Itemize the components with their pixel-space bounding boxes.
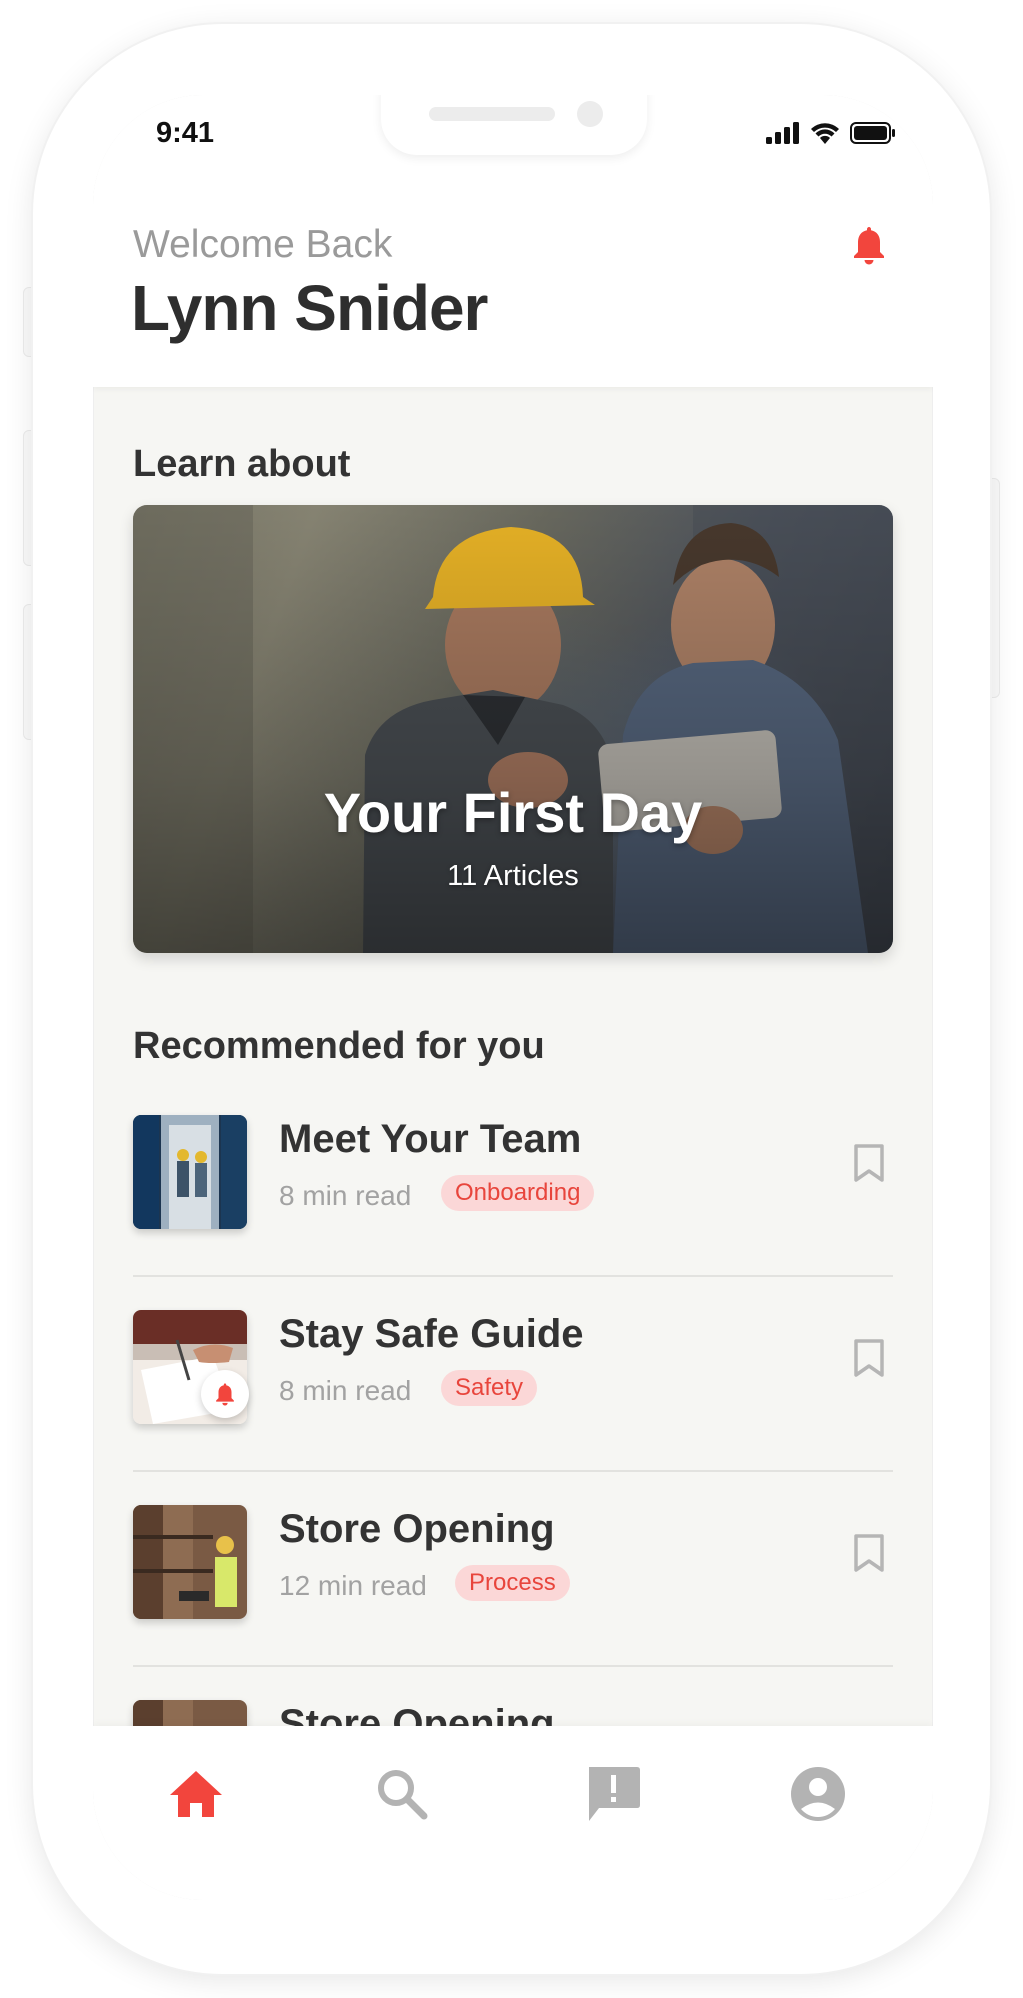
article-tag: Process — [455, 1565, 570, 1601]
article-read-time: 8 min read — [279, 1375, 412, 1406]
bookmark-icon[interactable] — [853, 1338, 885, 1378]
wifi-icon — [811, 123, 839, 144]
feedback-icon — [589, 1767, 640, 1821]
list-item[interactable]: Store Opening 12 min read Process — [133, 1495, 893, 1690]
workers-photo-icon — [133, 1115, 247, 1229]
alert-badge — [201, 1370, 249, 1418]
article-thumbnail — [133, 1115, 247, 1229]
battery-icon — [850, 122, 895, 144]
list-item[interactable]: Meet Your Team 8 min read Onboarding — [133, 1105, 893, 1300]
divider — [133, 1665, 893, 1667]
article-read-time: 12 min read — [279, 1570, 427, 1601]
article-title: Stay Safe Guide — [279, 1312, 584, 1356]
article-tag: Onboarding — [441, 1175, 595, 1211]
notification-bell-icon[interactable] — [849, 223, 889, 267]
article-tag: Safety — [441, 1370, 538, 1406]
bookmark-icon[interactable] — [853, 1143, 885, 1183]
status-time: 9:41 — [156, 117, 215, 149]
article-thumbnail — [133, 1505, 247, 1619]
tab-account[interactable] — [778, 1754, 858, 1834]
camera — [577, 101, 603, 127]
bell-badge-icon — [216, 1383, 234, 1406]
tab-search[interactable] — [362, 1754, 442, 1834]
learn-card[interactable]: Your First Day 11 Articles — [133, 505, 893, 953]
divider — [133, 1275, 893, 1277]
account-icon — [791, 1767, 845, 1821]
header: 9:41 Welcome Back Lynn Snider — [93, 95, 933, 387]
learn-card-title: Your First Day — [323, 781, 703, 844]
learn-card-subtitle: 11 Articles — [447, 860, 579, 892]
welcome-text: Welcome Back — [133, 223, 393, 266]
tab-feedback[interactable] — [573, 1754, 653, 1834]
recommended-section-title: Recommended for you — [133, 1025, 545, 1067]
bookmark-icon[interactable] — [853, 1533, 885, 1573]
article-title: Meet Your Team — [279, 1117, 582, 1161]
divider — [133, 1470, 893, 1472]
cellular-signal-icon — [766, 122, 799, 144]
app-screen: 9:41 Welcome Back Lynn Snider Learn abou… — [93, 95, 933, 1900]
status-icons — [766, 121, 896, 145]
article-read-time: 8 min read — [279, 1180, 412, 1211]
article-title: Store Opening — [279, 1507, 555, 1551]
notch — [381, 95, 647, 155]
list-item[interactable]: Stay Safe Guide 8 min read Safety — [133, 1300, 893, 1495]
home-icon — [170, 1771, 222, 1817]
learn-section-title: Learn about — [133, 443, 351, 485]
warehouse-photo-icon — [133, 1505, 247, 1619]
search-icon — [378, 1770, 428, 1820]
speaker — [429, 107, 555, 121]
user-name: Lynn Snider — [131, 272, 488, 344]
tab-bar — [93, 1726, 933, 1900]
tab-home[interactable] — [156, 1754, 236, 1834]
